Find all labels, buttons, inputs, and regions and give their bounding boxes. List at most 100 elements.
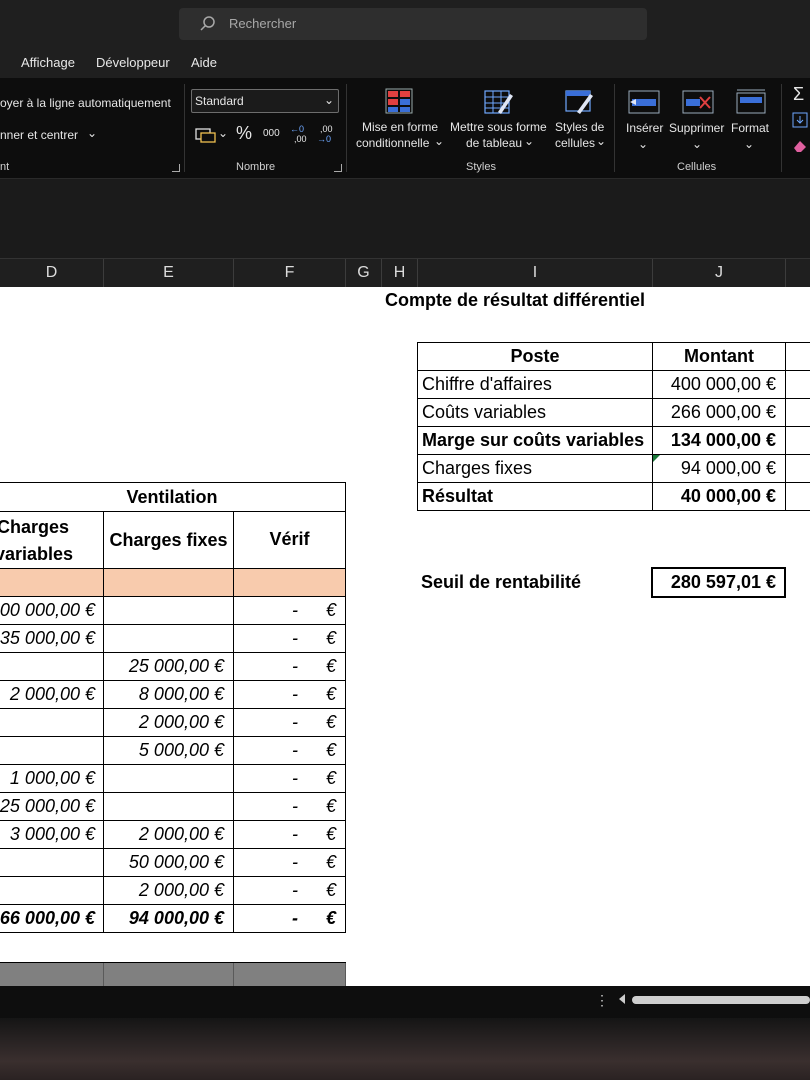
column-header-h[interactable]: H <box>382 259 418 287</box>
total-var-cell[interactable]: 66 000,00 € <box>0 904 104 933</box>
var-cell[interactable] <box>0 848 104 877</box>
ventilation-header-fixed[interactable]: Charges fixes <box>103 511 234 569</box>
insert-cells-button[interactable]: Insérer ⌄ <box>620 86 666 156</box>
decrease-decimal-button[interactable]: ,00 →0 <box>317 124 337 148</box>
var-cell[interactable]: 00 000,00 € <box>0 596 104 625</box>
cell[interactable] <box>785 426 810 455</box>
verif-cell[interactable]: - € <box>233 848 346 877</box>
verif-cell[interactable]: - € <box>233 624 346 653</box>
fixed-cell[interactable]: 50 000,00 € <box>103 848 234 877</box>
var-cell[interactable] <box>0 736 104 765</box>
worksheet-grid[interactable]: Compte de résultat différentiel Poste Mo… <box>0 287 810 986</box>
chevron-down-icon[interactable]: ⌄ <box>87 126 97 140</box>
fixed-cell[interactable] <box>103 764 234 793</box>
cell[interactable] <box>785 482 810 511</box>
conditional-format-button[interactable]: Mise en forme conditionnelle ⌄ <box>352 86 444 156</box>
var-cell[interactable]: 1 000,00 € <box>0 764 104 793</box>
fixed-cell[interactable]: 2 000,00 € <box>103 820 234 849</box>
alignment-launcher-icon[interactable] <box>172 164 180 172</box>
column-header-e[interactable]: E <box>104 259 234 287</box>
var-cell[interactable] <box>0 652 104 681</box>
var-cell[interactable] <box>0 876 104 905</box>
verif-cell[interactable]: - € <box>233 764 346 793</box>
clear-icon[interactable] <box>792 138 808 154</box>
compte-row-montant[interactable]: 400 000,00 € <box>652 370 786 399</box>
compte-row-montant[interactable]: 40 000,00 € <box>652 482 786 511</box>
compte-row-poste[interactable]: Marge sur coûts variables <box>417 426 653 455</box>
cell[interactable] <box>785 454 810 483</box>
horizontal-scrollbar[interactable] <box>632 996 810 1004</box>
total-fixed-cell[interactable]: 94 000,00 € <box>103 904 234 933</box>
compte-row-poste[interactable]: Charges fixes <box>417 454 653 483</box>
ventilation-header-var[interactable]: Charges variables <box>0 511 104 569</box>
column-header-g[interactable]: G <box>346 259 382 287</box>
column-header-i[interactable]: I <box>418 259 653 287</box>
menu-developpeur[interactable]: Développeur <box>96 55 170 70</box>
highlight-cell[interactable] <box>103 568 234 597</box>
currency-icon[interactable] <box>195 127 217 143</box>
verif-cell[interactable]: - € <box>233 680 346 709</box>
verif-cell[interactable]: - € <box>233 792 346 821</box>
verif-cell[interactable]: - € <box>233 736 346 765</box>
gray-row[interactable] <box>0 962 346 986</box>
format-as-table-button[interactable]: Mettre sous forme de tableau ⌄ <box>447 86 551 156</box>
var-cell[interactable]: 25 000,00 € <box>0 792 104 821</box>
merge-center-button[interactable]: nner et centrer <box>0 128 78 142</box>
column-header-f[interactable]: F <box>234 259 346 287</box>
formula-area[interactable] <box>0 178 810 259</box>
fixed-cell[interactable]: 8 000,00 € <box>103 680 234 709</box>
number-launcher-icon[interactable] <box>334 164 342 172</box>
total-verif-cell[interactable]: - € <box>233 904 346 933</box>
fill-icon[interactable] <box>792 112 808 128</box>
fixed-cell[interactable]: 2 000,00 € <box>103 708 234 737</box>
verif-cell[interactable]: - € <box>233 596 346 625</box>
fixed-cell[interactable] <box>103 624 234 653</box>
cell[interactable] <box>785 398 810 427</box>
verif-cell[interactable]: - € <box>233 876 346 905</box>
var-cell[interactable] <box>0 708 104 737</box>
highlight-cell[interactable] <box>0 568 104 597</box>
wrap-text-button[interactable]: oyer à la ligne automatiquement <box>0 96 171 110</box>
cell[interactable] <box>785 370 810 399</box>
ventilation-header-verif[interactable]: Vérif <box>233 511 346 569</box>
var-cell[interactable]: 2 000,00 € <box>0 680 104 709</box>
var-cell[interactable]: 3 000,00 € <box>0 820 104 849</box>
compte-row-poste[interactable]: Coûts variables <box>417 398 653 427</box>
compte-row-montant[interactable]: 134 000,00 € <box>652 426 786 455</box>
compte-header-poste[interactable]: Poste <box>417 342 653 371</box>
delete-cells-button[interactable]: Supprimer ⌄ <box>666 86 728 156</box>
thousands-button[interactable]: 000 <box>263 128 280 139</box>
chevron-down-icon[interactable]: ⌄ <box>218 126 228 140</box>
format-cells-button[interactable]: Format ⌄ <box>728 86 776 156</box>
fixed-cell[interactable]: 25 000,00 € <box>103 652 234 681</box>
highlight-cell[interactable] <box>233 568 346 597</box>
column-header-j[interactable]: J <box>653 259 786 287</box>
seuil-value[interactable]: 280 597,01 € <box>651 567 786 598</box>
fixed-cell[interactable]: 5 000,00 € <box>103 736 234 765</box>
cell[interactable] <box>785 342 810 371</box>
number-format-select[interactable]: Standard ⌄ <box>191 89 339 113</box>
search-box[interactable]: Rechercher <box>179 8 647 40</box>
compte-row-montant[interactable]: 266 000,00 € <box>652 398 786 427</box>
increase-decimal-button[interactable]: ←0 ,00 <box>290 124 310 148</box>
percent-button[interactable]: % <box>236 123 252 144</box>
verif-cell[interactable]: - € <box>233 708 346 737</box>
menu-aide[interactable]: Aide <box>191 55 217 70</box>
more-options-icon[interactable]: ⋮ <box>595 992 609 1009</box>
verif-cell[interactable]: - € <box>233 820 346 849</box>
compte-header-montant[interactable]: Montant <box>652 342 786 371</box>
verif-cell[interactable]: - € <box>233 652 346 681</box>
compte-row-poste[interactable]: Résultat <box>417 482 653 511</box>
menu-affichage[interactable]: Affichage <box>21 55 75 70</box>
column-header-d[interactable]: D <box>0 259 104 287</box>
autosum-icon[interactable]: Σ <box>793 84 804 105</box>
fixed-cell[interactable] <box>103 792 234 821</box>
compte-row-poste[interactable]: Chiffre d'affaires <box>417 370 653 399</box>
fixed-cell[interactable] <box>103 596 234 625</box>
var-cell[interactable]: 35 000,00 € <box>0 624 104 653</box>
cell-styles-button[interactable]: Styles de cellules ⌄ <box>551 86 607 156</box>
fixed-cell[interactable]: 2 000,00 € <box>103 876 234 905</box>
compte-row-montant[interactable]: 94 000,00 € <box>652 454 786 483</box>
scroll-left-icon[interactable] <box>619 994 625 1004</box>
ventilation-title[interactable]: Ventilation <box>0 482 346 512</box>
